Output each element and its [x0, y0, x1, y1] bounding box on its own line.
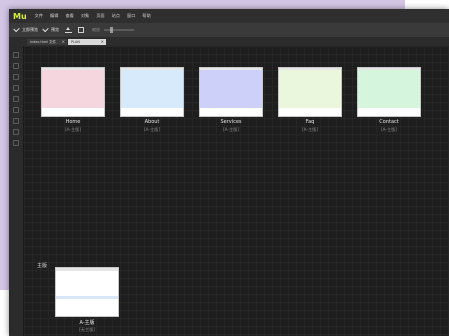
page-master-label: [A-主版] [144, 127, 160, 132]
menu-object[interactable]: 对象 [81, 13, 89, 19]
hand-tool-icon[interactable] [13, 107, 19, 113]
preview-label: 预览 [51, 27, 59, 32]
live-preview-toggle[interactable]: 立即预览 [13, 25, 38, 33]
master-name: A-主版 [79, 320, 95, 326]
menu-edit[interactable]: 编辑 [50, 13, 58, 19]
tab-plan-label: PLAN [71, 40, 80, 44]
zoom-slider-handle[interactable] [110, 27, 113, 33]
preview-toggle[interactable]: 预览 [42, 25, 59, 33]
live-preview-label: 立即预览 [22, 27, 38, 32]
tab-plan[interactable]: PLAN × [68, 39, 106, 45]
app-window: Mu 文件 编辑 查看 对象 页面 站点 窗口 帮助 立即预览 预览 缩放 in… [9, 9, 449, 336]
check-icon [13, 25, 20, 33]
master-parent-label: [无主版] [79, 327, 95, 332]
menu-help[interactable]: 帮助 [142, 13, 150, 19]
tab-bar: index.html 文件 × PLAN × [9, 38, 449, 46]
page-name: Contact [379, 119, 399, 125]
page-thumbnail-contact[interactable] [357, 67, 421, 117]
page-master-label: [A-主版] [381, 127, 397, 132]
page-name: Services [220, 119, 242, 125]
select-tool-icon[interactable] [13, 52, 19, 58]
zoom-slider[interactable] [104, 27, 134, 33]
page-preview [200, 70, 262, 108]
menu-bar: Mu 文件 编辑 查看 对象 页面 站点 窗口 帮助 [9, 9, 449, 23]
page-preview [121, 70, 183, 108]
page-master-label: [A-主版] [302, 127, 318, 132]
page-master-label: [A-主版] [223, 127, 239, 132]
tab-index[interactable]: index.html 文件 × [27, 39, 67, 45]
toolbar: 立即预览 预览 缩放 [9, 23, 449, 38]
text-tool-icon[interactable] [13, 74, 19, 80]
menu-page[interactable]: 页面 [96, 13, 104, 19]
page-master-label: [A-主版] [65, 127, 81, 132]
upload-icon[interactable] [65, 26, 72, 34]
page-thumbnail-services[interactable] [199, 67, 263, 117]
plan-canvas: Home [A-主版] About [A-主版] Services [A-主版]… [24, 46, 449, 336]
masters-heading: 主版 [37, 263, 48, 269]
page-name: About [144, 119, 160, 125]
menu-site[interactable]: 站点 [112, 13, 120, 19]
crop-tool-icon[interactable] [13, 63, 19, 69]
page-thumbnail-about[interactable] [120, 67, 184, 117]
fill-tool-icon[interactable] [13, 129, 19, 135]
image-tool-icon[interactable] [13, 96, 19, 102]
page-name: Home [65, 119, 81, 125]
sort-icon[interactable] [78, 27, 84, 33]
page-preview [358, 70, 420, 108]
page-preview [279, 70, 341, 108]
rectangle-tool-icon[interactable] [13, 85, 19, 91]
zoom-label: 缩放 [92, 27, 100, 32]
check-icon [42, 25, 49, 33]
master-thumbnail[interactable] [55, 267, 119, 317]
menu-view[interactable]: 查看 [65, 13, 73, 19]
close-icon[interactable]: × [62, 39, 65, 45]
page-preview [42, 70, 104, 108]
menu-file[interactable]: 文件 [35, 13, 43, 19]
tool-panel [9, 46, 24, 336]
tab-index-label: index.html 文件 [30, 40, 56, 44]
page-name: Faq [305, 119, 315, 125]
stroke-tool-icon[interactable] [13, 140, 19, 146]
close-icon[interactable]: × [101, 39, 104, 45]
app-logo: Mu [13, 11, 27, 21]
page-thumbnail-home[interactable] [41, 67, 105, 117]
page-thumbnail-faq[interactable] [278, 67, 342, 117]
zoom-tool-icon[interactable] [13, 118, 19, 124]
menu-window[interactable]: 窗口 [127, 13, 135, 19]
